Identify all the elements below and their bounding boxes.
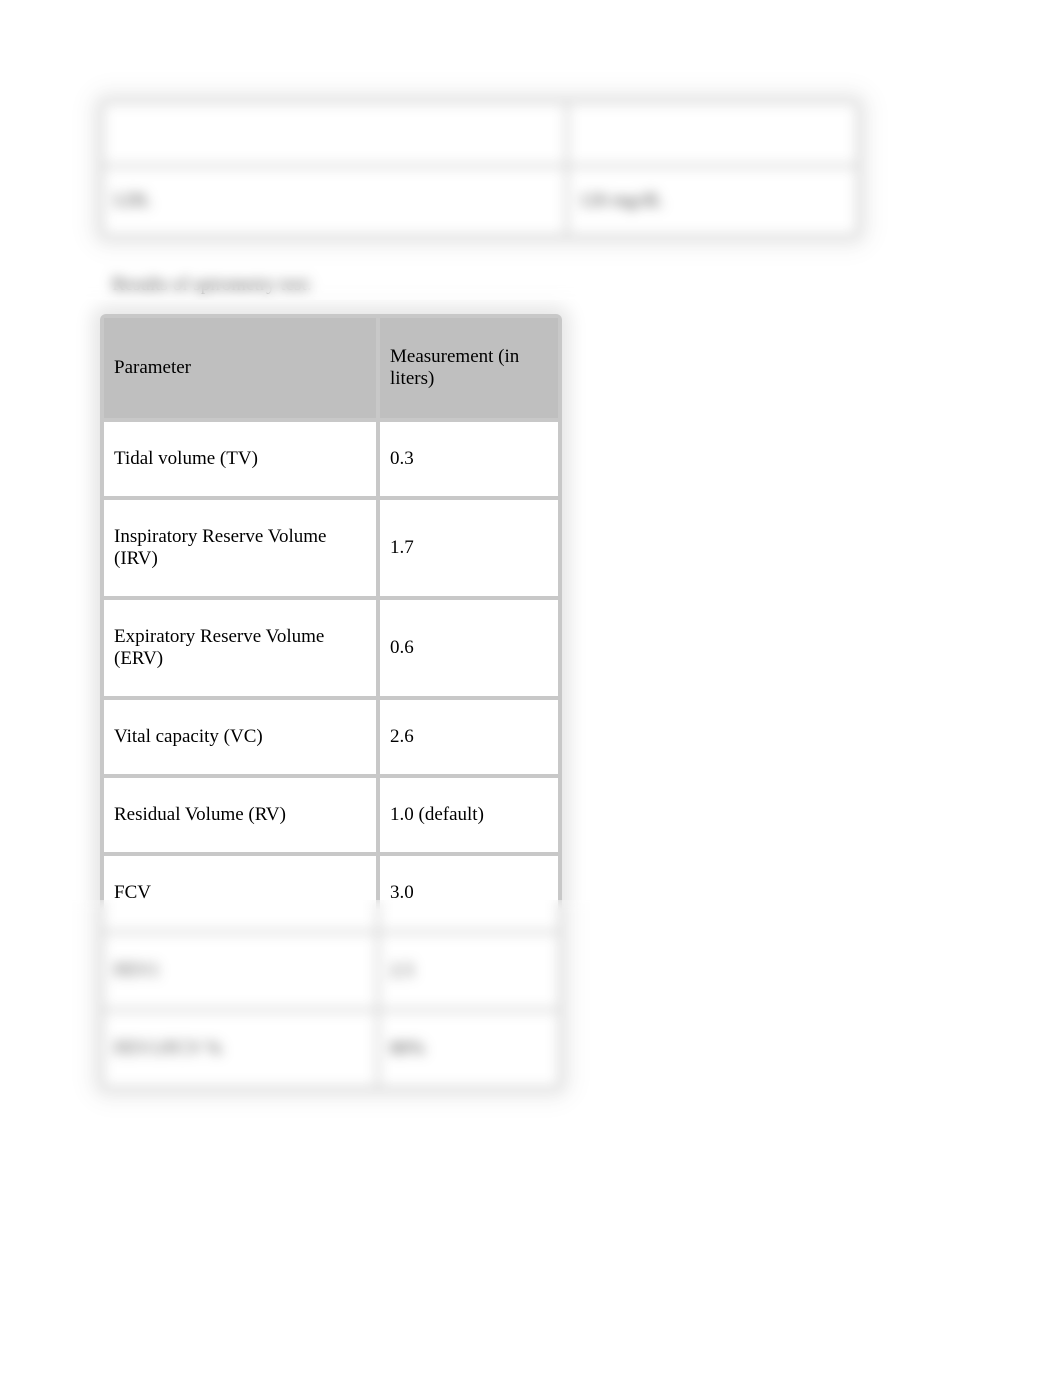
table-row: Tidal volume (TV) 0.3	[104, 422, 558, 496]
table-row: Residual Volume (RV) 1.0 (default)	[104, 778, 558, 852]
table-header-cell	[104, 104, 565, 164]
measurement-cell: 2.6	[380, 700, 558, 774]
table-row: Expiratory Reserve Volume (ERV) 0.6	[104, 600, 558, 696]
measurement-cell: 1.7	[380, 500, 558, 596]
lab-results-table: LDL 126 mg/dL	[100, 100, 860, 238]
parameter-cell: Tidal volume (TV)	[104, 422, 376, 496]
measurement-header: Measurement (in liters)	[380, 318, 558, 418]
parameter-cell: FCV	[104, 856, 376, 930]
parameter-cell: Inspiratory Reserve Volume (IRV)	[104, 500, 376, 596]
table-header-row: Parameter Measurement (in liters)	[104, 318, 558, 418]
measurement-cell: 80%	[380, 1012, 558, 1086]
measurement-cell: 3.0	[380, 856, 558, 930]
table-row: FEV1/FCV % 80%	[104, 1012, 558, 1086]
parameter-cell: FEV1	[104, 934, 376, 1008]
measurement-cell: 1.0 (default)	[380, 778, 558, 852]
measurement-cell: 0.3	[380, 422, 558, 496]
table-row: FEV1 2.5	[104, 934, 558, 1008]
table-row: FCV 3.0	[104, 856, 558, 930]
section-heading: Results of spirometry test:	[112, 274, 962, 296]
table-row: LDL 126 mg/dL	[104, 168, 856, 234]
spirometry-table: Parameter Measurement (in liters) Tidal …	[100, 314, 562, 1090]
table-row: Vital capacity (VC) 2.6	[104, 700, 558, 774]
lab-label: LDL	[104, 168, 565, 234]
table-header-row	[104, 104, 856, 164]
parameter-cell: Vital capacity (VC)	[104, 700, 376, 774]
parameter-cell: FEV1/FCV %	[104, 1012, 376, 1086]
measurement-cell: 2.5	[380, 934, 558, 1008]
parameter-cell: Residual Volume (RV)	[104, 778, 376, 852]
table-row: Inspiratory Reserve Volume (IRV) 1.7	[104, 500, 558, 596]
measurement-cell: 0.6	[380, 600, 558, 696]
parameter-header: Parameter	[104, 318, 376, 418]
table-header-cell	[569, 104, 856, 164]
document-page: LDL 126 mg/dL Results of spirometry test…	[0, 0, 1062, 1150]
parameter-cell: Expiratory Reserve Volume (ERV)	[104, 600, 376, 696]
lab-value: 126 mg/dL	[569, 168, 856, 234]
